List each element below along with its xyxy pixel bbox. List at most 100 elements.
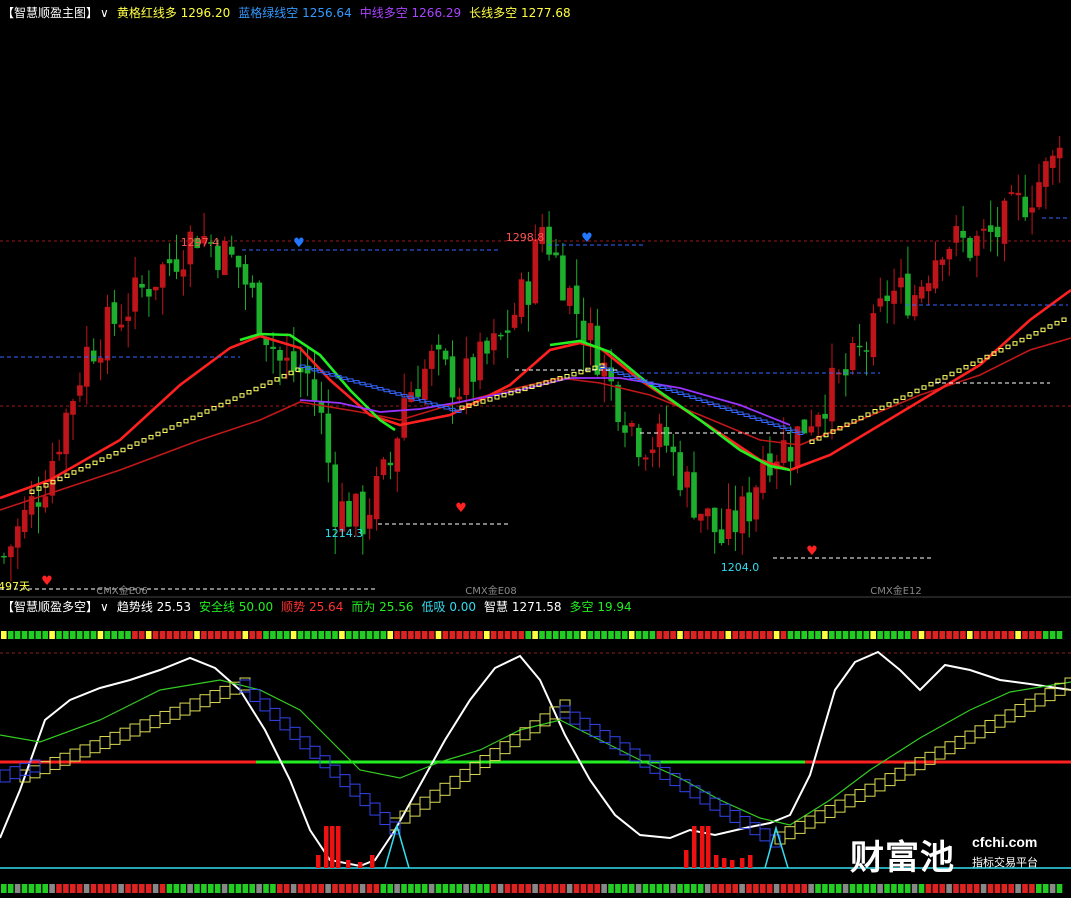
strip-top-88 <box>608 631 614 639</box>
candle-body-116 <box>801 419 808 434</box>
strip-top-30 <box>208 631 214 639</box>
candle-body-67 <box>463 358 470 395</box>
candle-body-145 <box>1001 200 1008 244</box>
candle-body-1 <box>8 546 14 558</box>
candle-body-41 <box>284 357 290 361</box>
candle-body-12 <box>84 346 90 387</box>
strip-bottom-31 <box>214 884 221 893</box>
strip-top-102 <box>704 631 711 639</box>
sub-ladder-a-14 <box>159 710 171 724</box>
strip-top-100 <box>691 631 697 639</box>
main-item-1[interactable]: ∨ <box>100 6 109 20</box>
ladder-a-15 <box>134 441 140 446</box>
candle-body-104 <box>718 529 725 544</box>
strip-bottom-0 <box>1 884 7 893</box>
strip-top-126 <box>870 631 876 639</box>
strip-bottom-111 <box>766 884 773 893</box>
strip-bottom-130 <box>898 884 904 893</box>
main-item-3: 蓝格绿线空 1256.64 <box>238 6 352 20</box>
bstep-b-18 <box>707 401 714 405</box>
strip-top-66 <box>456 631 462 639</box>
strip-top-35 <box>242 631 249 639</box>
sub-blue-b-11 <box>349 783 361 797</box>
candle-body-8 <box>56 451 62 455</box>
strip-top-59 <box>408 631 414 639</box>
strip-bottom-97 <box>670 884 676 893</box>
strip-top-93 <box>642 631 649 639</box>
ladder-c-20 <box>949 371 955 377</box>
strip-top-54 <box>373 631 380 639</box>
strip-bottom-134 <box>925 884 932 893</box>
strip-bottom-42 <box>290 884 297 893</box>
watermark-site: cfchi.com <box>972 834 1038 850</box>
candle-body-82 <box>567 287 573 306</box>
strip-bottom-3 <box>21 884 28 893</box>
strip-top-153 <box>1056 631 1063 639</box>
strip-top-87 <box>601 631 607 639</box>
strip-bottom-114 <box>787 884 794 893</box>
strip-bottom-74 <box>511 884 518 893</box>
strip-bottom-117 <box>808 884 814 893</box>
strip-bottom-41 <box>283 884 290 893</box>
strip-top-89 <box>615 631 621 639</box>
strip-bottom-45 <box>311 884 318 893</box>
strip-bottom-71 <box>490 884 497 893</box>
sub-ladder-c-8 <box>854 789 866 803</box>
annotation-1: 1298.8 <box>506 231 545 244</box>
sub-ladder-c-25 <box>1024 698 1036 712</box>
bstep-b-29 <box>773 423 780 427</box>
candle-body-150 <box>1036 182 1042 208</box>
strip-top-45 <box>311 631 318 639</box>
candle-body-89 <box>615 384 621 423</box>
strip-top-57 <box>394 631 400 639</box>
sub-header: 【智慧顺盈多空】 ∨ 趋势线 25.53 安全线 50.00 顺势 25.64 而为 25… <box>2 598 640 614</box>
heart-red-2: ♥ <box>806 544 818 559</box>
ladder-c-34 <box>1047 324 1053 329</box>
strip-bottom-24 <box>166 884 173 893</box>
ladder-a-26 <box>211 406 217 411</box>
strip-top-77 <box>532 631 538 639</box>
annotation-3: 1204.0 <box>721 561 760 574</box>
red-bar-15 <box>748 855 753 868</box>
strip-bottom-30 <box>208 884 214 893</box>
strip-bottom-119 <box>822 884 828 893</box>
strip-bottom-87 <box>601 884 607 893</box>
strip-bottom-38 <box>263 884 269 893</box>
candle-body-140 <box>967 237 973 258</box>
main-item-0: 【智慧顺盈主图】 <box>2 6 99 20</box>
candle-body-147 <box>1015 192 1022 196</box>
strip-bottom-140 <box>967 884 973 893</box>
strip-top-67 <box>463 631 469 639</box>
strip-top-106 <box>732 631 738 639</box>
ladder-a-30 <box>239 393 245 398</box>
candle-body-14 <box>97 357 104 363</box>
ladder-c-36 <box>1061 317 1067 322</box>
candle-body-85 <box>587 323 594 341</box>
red-bar-1 <box>324 826 329 868</box>
strip-bottom-131 <box>904 884 911 893</box>
sub-ladder-c-13 <box>904 762 916 776</box>
ladder-a-6 <box>71 470 77 475</box>
sub-ladder-c-24 <box>1014 704 1026 718</box>
strip-top-116 <box>801 631 807 639</box>
strip-bottom-53 <box>366 884 373 893</box>
strip-bottom-8 <box>56 884 62 893</box>
strip-top-85 <box>587 631 594 639</box>
strip-bottom-58 <box>401 884 407 893</box>
candle-body-36 <box>249 282 256 288</box>
ladder-b-17 <box>578 369 584 375</box>
sub-item-1[interactable]: ∨ <box>100 600 109 614</box>
watermark: 财富池 cfchi.com 指标交易平台 <box>850 830 1065 878</box>
strip-bottom-135 <box>932 884 939 893</box>
strip-bottom-34 <box>235 884 242 893</box>
bstep-b-13 <box>677 391 684 395</box>
strip-bottom-107 <box>739 884 745 893</box>
sub-ladder-a-15 <box>169 706 181 720</box>
strip-bottom-64 <box>442 884 449 893</box>
contract-label-1: CMX金E08 <box>465 584 517 597</box>
strip-bottom-61 <box>421 884 428 893</box>
candle-body-23 <box>159 264 166 288</box>
sub-ladder-a-11 <box>129 723 141 737</box>
strip-top-147 <box>1015 631 1021 639</box>
candle-body-152 <box>1050 155 1056 168</box>
